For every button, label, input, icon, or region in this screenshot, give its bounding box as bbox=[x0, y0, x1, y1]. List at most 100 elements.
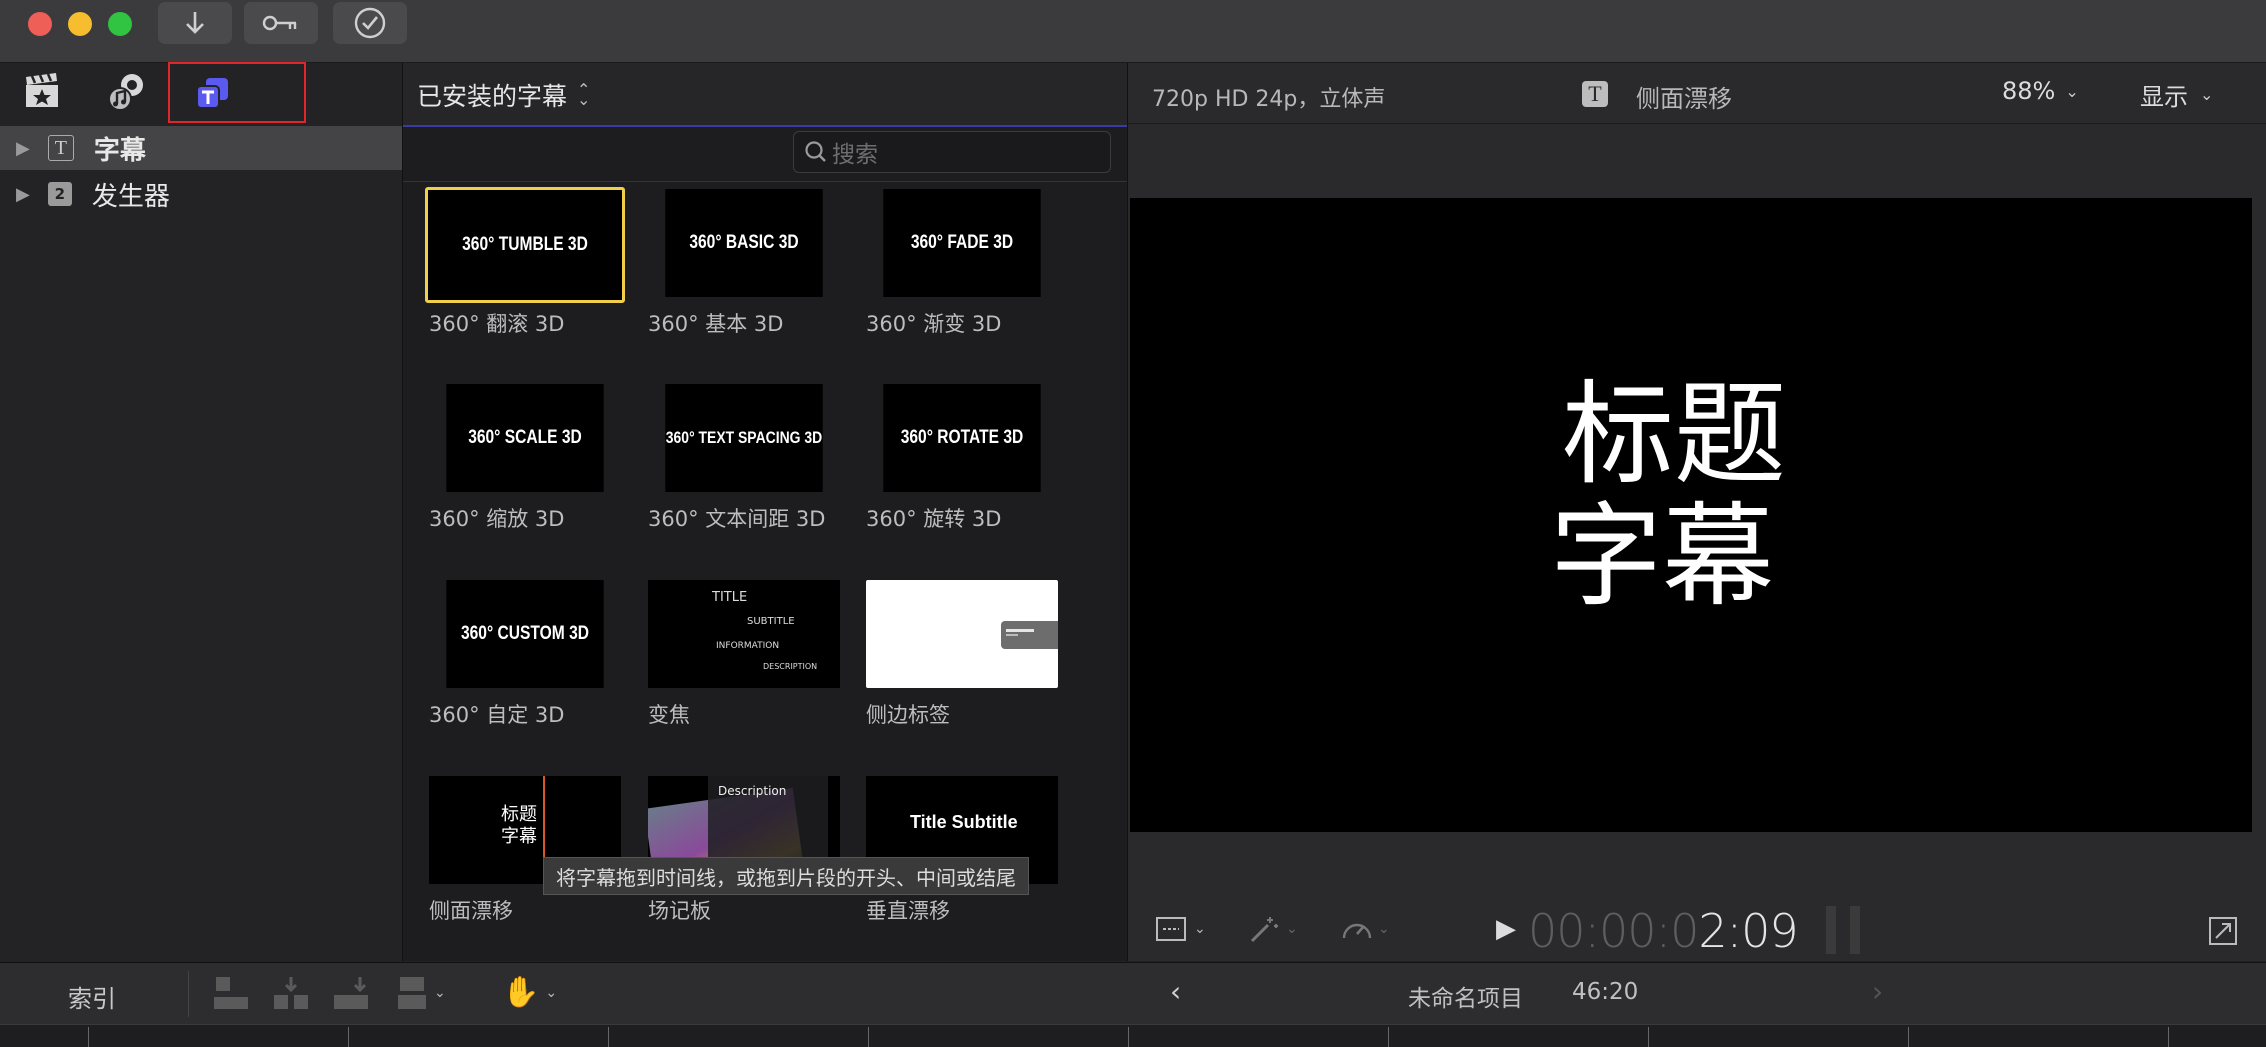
divider bbox=[1128, 123, 2266, 124]
title-tile[interactable]: 360° BASIC 3D bbox=[665, 189, 823, 297]
display-label: 显示 bbox=[2140, 83, 2188, 111]
magic-wand-icon bbox=[1250, 917, 1278, 943]
search-placeholder: 搜索 bbox=[832, 142, 878, 168]
import-button[interactable] bbox=[158, 2, 232, 44]
title-tile[interactable]: TITLE SUBTITLE INFORMATION DESCRIPTION bbox=[648, 580, 840, 688]
clip-name: 侧面漂移 bbox=[1636, 85, 1732, 113]
ruler-tick bbox=[1648, 1027, 1649, 1047]
display-popup[interactable]: 显示 ⌄ bbox=[2140, 77, 2213, 112]
tile-label: 360° 旋转 3D bbox=[866, 507, 1002, 531]
append-clip-icon[interactable] bbox=[332, 975, 370, 1011]
insert-clip-icon[interactable] bbox=[272, 975, 310, 1011]
generators-category-icon: 2 bbox=[47, 182, 72, 206]
background-tasks-button[interactable] bbox=[333, 2, 407, 44]
enhance-popup[interactable]: ⌄ bbox=[1248, 914, 1298, 944]
tool-popup[interactable]: ✋ ⌄ bbox=[502, 975, 557, 1010]
ruler-tick bbox=[1388, 1027, 1389, 1047]
tile-label: 360° 基本 3D bbox=[648, 312, 784, 336]
chevron-down-icon: ⌄ bbox=[1194, 921, 1206, 937]
audio-meter-icon bbox=[1850, 906, 1860, 954]
preview-line-2: 字幕 bbox=[1550, 492, 1774, 622]
tab-titles-generators[interactable] bbox=[168, 62, 306, 123]
title-tile[interactable]: 360° TEXT SPACING 3D bbox=[665, 384, 823, 492]
title-tile[interactable]: 360° TUMBLE 3D bbox=[425, 187, 625, 303]
sidebar-item-titles[interactable]: ▶ T 字幕 bbox=[0, 126, 402, 170]
ruler-tick bbox=[348, 1027, 349, 1047]
speedometer-icon bbox=[1342, 923, 1372, 939]
sidebar-item-label: 发生器 bbox=[91, 181, 170, 212]
zoom-popup[interactable]: 88% ⌄ bbox=[2002, 77, 2079, 105]
timecode-bright: 2:09 bbox=[1698, 904, 1798, 958]
project-name: 未命名项目 bbox=[1408, 986, 1523, 1012]
zoom-button[interactable] bbox=[108, 12, 132, 36]
tile-thumbnail: Description bbox=[718, 784, 787, 798]
disclosure-triangle-icon[interactable]: ▶ bbox=[16, 138, 30, 159]
chevron-down-icon: ⌄ bbox=[1378, 921, 1390, 937]
tile-label: 场记板 bbox=[648, 899, 711, 923]
side-tag-graphic bbox=[1001, 621, 1058, 649]
tile-label: 360° 渐变 3D bbox=[866, 312, 1002, 336]
tile-thumbnail: Title Subtitle bbox=[910, 812, 1018, 832]
forward-arrow-icon[interactable]: › bbox=[1872, 975, 1883, 1008]
transform-popup[interactable]: ⌄ bbox=[1154, 914, 1206, 944]
close-button[interactable] bbox=[28, 12, 52, 36]
search-field[interactable]: 搜索 bbox=[793, 131, 1111, 173]
divider bbox=[188, 971, 189, 1017]
title-tile[interactable]: 360° ROTATE 3D bbox=[883, 384, 1041, 492]
chevron-down-icon: ⌄ bbox=[545, 984, 558, 1001]
photos-music-icon bbox=[108, 74, 143, 111]
chevron-down-icon: ⌄ bbox=[2200, 85, 2214, 104]
back-arrow-icon[interactable]: ‹ bbox=[1170, 975, 1181, 1008]
minimize-button[interactable] bbox=[68, 12, 92, 36]
title-browser: 已安装的字幕 ⌃ ⌄ 搜索 360° TUMBLE 3D 360° 翻滚 3D 3… bbox=[403, 63, 1129, 961]
tile-thumbnail: 360° TUMBLE 3D bbox=[451, 195, 599, 295]
sidebar-item-generators[interactable]: ▶ 2 发生器 bbox=[0, 172, 402, 216]
ruler-tick bbox=[88, 1027, 89, 1047]
tab-photos-audio[interactable] bbox=[106, 71, 150, 115]
clapper-star-icon bbox=[26, 73, 58, 107]
viewer-canvas[interactable]: 标题 字幕 bbox=[1130, 198, 2252, 832]
index-button[interactable]: 索引 bbox=[68, 979, 116, 1014]
chevron-updown-icon: ⌃ ⌄ bbox=[577, 80, 591, 109]
disclosure-triangle-icon[interactable]: ▶ bbox=[16, 184, 30, 205]
sidebar-item-label: 字幕 bbox=[93, 135, 146, 166]
zoom-value: 88% bbox=[2002, 77, 2056, 105]
play-button[interactable]: ▶ bbox=[1496, 914, 1516, 944]
title-t-icon: T bbox=[1582, 81, 1608, 107]
timeline-ruler[interactable] bbox=[0, 1024, 2266, 1047]
title-tile[interactable]: 360° CUSTOM 3D bbox=[446, 580, 604, 688]
speed-popup[interactable]: ⌄ bbox=[1340, 914, 1390, 944]
browser-title: 已安装的字幕 bbox=[417, 82, 568, 111]
key-icon bbox=[262, 15, 297, 31]
project-duration: 46:20 bbox=[1572, 979, 1639, 1005]
preview-title-text: 标题 字幕 bbox=[1550, 374, 1786, 618]
tab-libraries[interactable] bbox=[22, 71, 62, 115]
timeline-toolbar: 索引 ⌄ ✋ ⌄ ‹ 未命名项目 46:20 › bbox=[0, 962, 2266, 1025]
fullscreen-icon[interactable] bbox=[2208, 916, 2238, 946]
ruler-tick bbox=[2168, 1027, 2169, 1047]
chevron-down-icon: ⌄ bbox=[434, 985, 446, 1001]
connect-clip-icon[interactable] bbox=[212, 975, 250, 1011]
tile-label: 360° 翻滚 3D bbox=[429, 312, 565, 336]
tile-label: 侧面漂移 bbox=[429, 899, 513, 923]
tile-line: SUBTITLE bbox=[747, 616, 795, 627]
tile-label: 360° 自定 3D bbox=[429, 703, 565, 727]
timecode-display[interactable]: 00:00:02:09 bbox=[1528, 904, 1799, 958]
overwrite-popup[interactable]: ⌄ bbox=[396, 975, 446, 1011]
title-tile[interactable]: 360° FADE 3D bbox=[883, 189, 1041, 297]
search-icon bbox=[805, 141, 826, 162]
checkmark-circle-icon bbox=[354, 7, 386, 39]
drag-tooltip: 将字幕拖到时间线，或拖到片段的开头、中间或结尾 bbox=[543, 857, 1029, 895]
titles-category-icon: T bbox=[47, 135, 74, 161]
title-tile[interactable] bbox=[866, 580, 1058, 688]
format-label: 720p HD 24p，立体声 bbox=[1152, 87, 1386, 112]
hand-icon: ✋ bbox=[502, 975, 540, 1010]
installed-titles-popup[interactable]: 已安装的字幕 ⌃ ⌄ bbox=[417, 77, 590, 113]
ruler-tick bbox=[868, 1027, 869, 1047]
chevron-down-icon: ⌄ bbox=[2065, 81, 2079, 101]
tile-line: INFORMATION bbox=[716, 641, 780, 651]
title-tile[interactable]: 360° SCALE 3D bbox=[446, 384, 604, 492]
tile-thumbnail: 标题 字幕 bbox=[501, 804, 537, 847]
keyword-button[interactable] bbox=[244, 2, 318, 44]
viewer-controls: ⌄ ⌄ ⌄ ▶ 00:00:02:09 bbox=[1128, 900, 2266, 962]
